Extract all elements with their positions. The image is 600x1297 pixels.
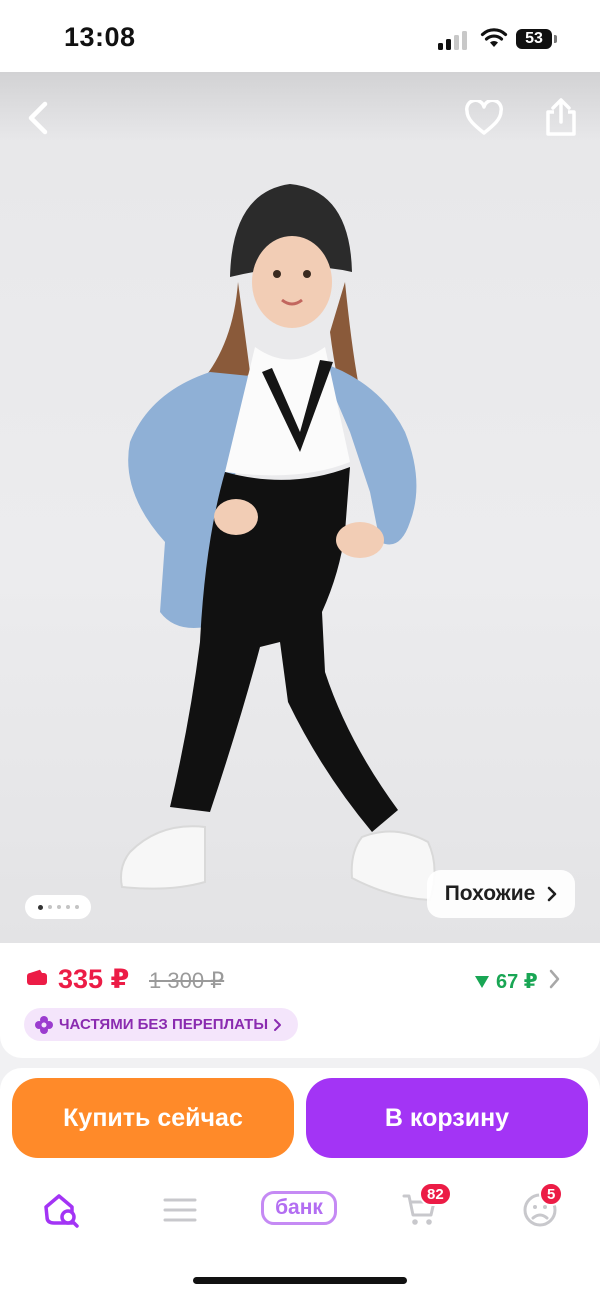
pager-dot[interactable]: [74, 905, 79, 909]
share-icon: [546, 98, 576, 136]
chevron-right-icon: [548, 886, 557, 902]
nav-bank[interactable]: банк: [261, 1191, 337, 1225]
battery-cap: [554, 35, 557, 43]
home-indicator: [193, 1277, 407, 1284]
back-button[interactable]: [11, 91, 65, 145]
buy-now-button[interactable]: Купить сейчас: [12, 1078, 294, 1158]
triangle-down-icon: [475, 975, 489, 988]
heart-icon: [465, 100, 503, 135]
pager-dot[interactable]: [47, 905, 52, 909]
chevron-left-icon: [28, 101, 48, 135]
nav-home[interactable]: [31, 1185, 91, 1235]
flower-icon: [35, 1015, 53, 1034]
share-button[interactable]: [534, 90, 588, 144]
price-current: 335 ₽: [58, 964, 130, 994]
status-time: 13:08: [64, 22, 136, 52]
wifi-icon: [480, 28, 508, 47]
image-pager-dots[interactable]: [25, 895, 91, 919]
product-photo: [120, 184, 436, 902]
pager-dot[interactable]: [37, 904, 43, 910]
chevron-right-icon: [274, 1018, 282, 1031]
similar-products-button[interactable]: Похожие: [427, 870, 575, 918]
add-to-cart-button[interactable]: В корзину: [306, 1078, 588, 1158]
pager-dot[interactable]: [65, 905, 70, 909]
chevron-right-icon[interactable]: [548, 967, 562, 991]
product-image-gallery[interactable]: [0, 72, 600, 943]
installment-pill[interactable]: ЧАСТЯМИ БЕЗ ПЕРЕПЛАТЫ: [24, 1008, 299, 1041]
installment-label: ЧАСТЯМИ БЕЗ ПЕРЕПЛАТЫ: [59, 1016, 269, 1033]
price-old: 1 300 ₽: [149, 968, 225, 993]
bonus-amount[interactable]: 67 ₽: [474, 969, 538, 994]
battery-icon: 53: [516, 29, 552, 49]
pager-dot[interactable]: [56, 905, 61, 909]
nav-catalog[interactable]: [150, 1185, 210, 1235]
cart-badge: 82: [419, 1182, 452, 1206]
favorite-button[interactable]: [457, 91, 511, 145]
menu-icon: [163, 1198, 197, 1222]
cellular-signal-icon: [438, 30, 470, 50]
bonus-value: 67 ₽: [496, 971, 538, 993]
wallet-icon: [27, 969, 47, 985]
home-search-icon: [44, 1194, 79, 1228]
similar-label: Похожие: [444, 882, 536, 905]
